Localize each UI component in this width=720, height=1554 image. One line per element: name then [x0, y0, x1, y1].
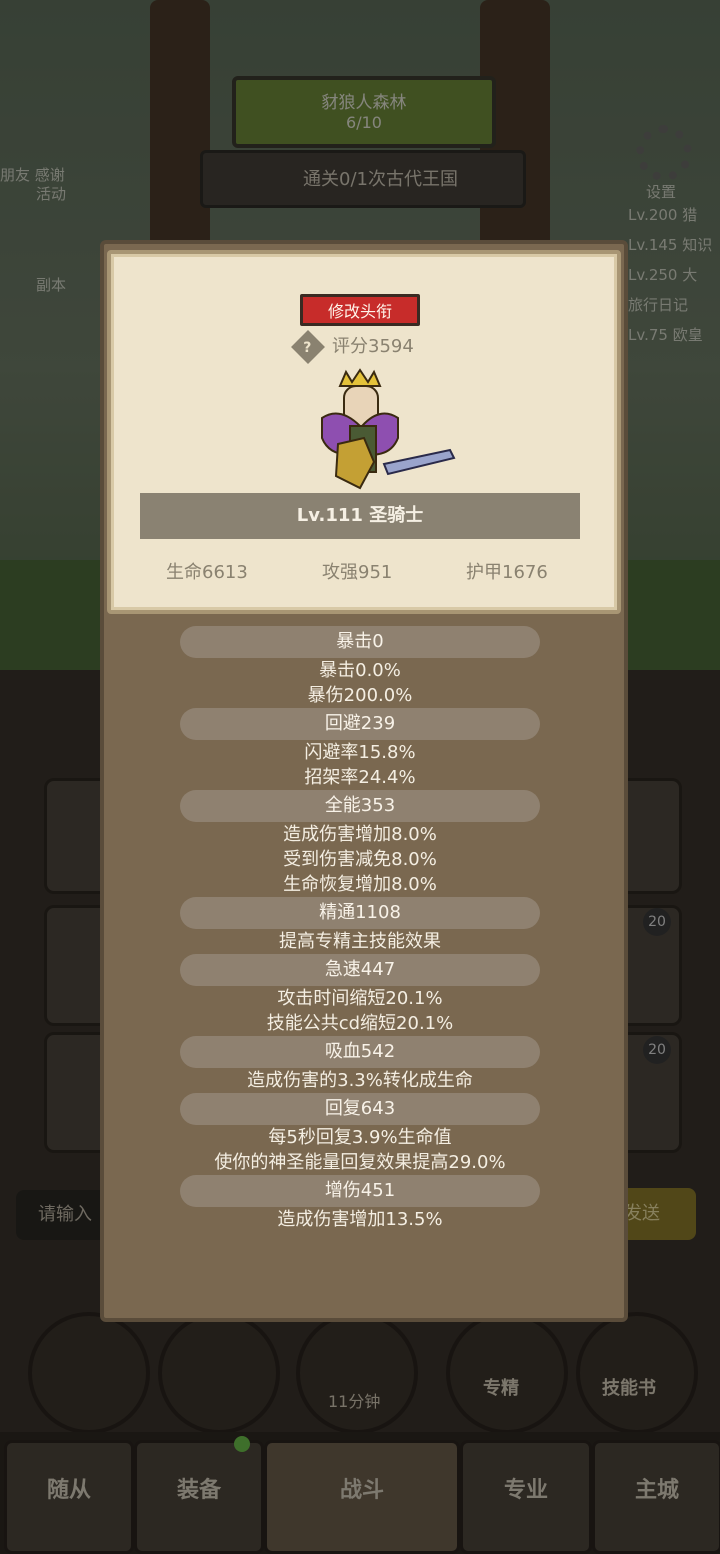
stat-header-mastery: 精通1108	[180, 897, 540, 929]
stat-line: 造成伤害的3.3%转化成生命	[247, 1070, 473, 1091]
hp-stat: 生命6613	[166, 562, 248, 583]
stat-line: 攻击时间缩短20.1%	[277, 988, 443, 1009]
stat-header-versatility: 全能353	[180, 790, 540, 822]
score-value: 评分3594	[332, 336, 414, 357]
stat-line: 每5秒回复3.9%生命值	[268, 1127, 452, 1148]
help-icon[interactable]: ?	[291, 330, 325, 364]
stat-header-damage-increase: 增伤451	[180, 1175, 540, 1207]
stat-details-list: 暴击0 暴击0.0% 暴伤200.0% 回避239 闪避率15.8% 招架率24…	[104, 626, 616, 1232]
stat-header-haste: 急速447	[180, 954, 540, 986]
stat-line: 使你的神圣能量回复效果提高29.0%	[214, 1152, 506, 1173]
stat-line: 技能公共cd缩短20.1%	[266, 1013, 454, 1034]
change-title-button[interactable]: 修改头衔	[300, 294, 420, 326]
stat-line: 暴伤200.0%	[307, 685, 413, 706]
stat-line: 暴击0.0%	[319, 660, 401, 681]
stat-header-leech: 吸血542	[180, 1036, 540, 1068]
stat-line: 招架率24.4%	[304, 767, 416, 788]
stat-line: 生命恢复增加8.0%	[283, 874, 437, 895]
stat-header-crit: 暴击0	[180, 626, 540, 658]
stat-line: 受到伤害减免8.0%	[283, 849, 437, 870]
stat-line: 造成伤害增加8.0%	[283, 824, 437, 845]
stat-line: 造成伤害增加13.5%	[277, 1209, 443, 1230]
paladin-avatar	[321, 368, 456, 490]
stat-header-avoidance: 回避239	[180, 708, 540, 740]
level-class-bar: Lv.111 圣骑士	[140, 493, 580, 539]
score-row: ? 评分3594	[291, 330, 414, 364]
stat-line: 提高专精主技能效果	[279, 931, 441, 952]
attack-power-stat: 攻强951	[322, 562, 393, 583]
stat-header-regen: 回复643	[180, 1093, 540, 1125]
armor-stat: 护甲1676	[466, 562, 548, 583]
stat-line: 闪避率15.8%	[304, 742, 416, 763]
